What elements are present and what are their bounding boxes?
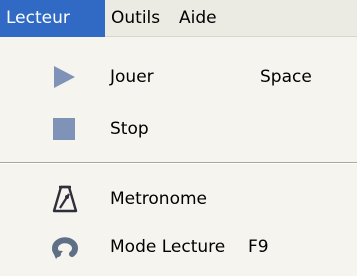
menu-lecteur[interactable]: Lecteur: [0, 0, 105, 37]
menu-bar: Lecteur Outils Aide: [0, 0, 357, 37]
menu-aide[interactable]: Aide: [173, 0, 233, 37]
menu-item-label: Stop: [110, 119, 149, 139]
menu-item-metronome[interactable]: Metronome: [0, 182, 357, 216]
play-icon: [54, 66, 75, 88]
loop-icon: [52, 237, 78, 259]
menu-separator: [0, 162, 357, 164]
menu-outils[interactable]: Outils: [105, 0, 173, 37]
menu-item-stop[interactable]: Stop: [0, 112, 357, 146]
menu-item-label: Metronome: [110, 189, 208, 209]
stop-icon: [53, 118, 75, 140]
menu-item-shortcut: F9: [248, 237, 269, 257]
menu-item-mode-lecture[interactable]: Mode Lecture F9: [0, 230, 357, 264]
menu-item-label: Mode Lecture: [110, 237, 226, 257]
menu-item-jouer[interactable]: Jouer Space: [0, 60, 357, 94]
metronome-icon: [52, 185, 78, 213]
menu-item-label: Jouer: [110, 67, 154, 87]
menu-item-shortcut: Space: [260, 67, 312, 87]
